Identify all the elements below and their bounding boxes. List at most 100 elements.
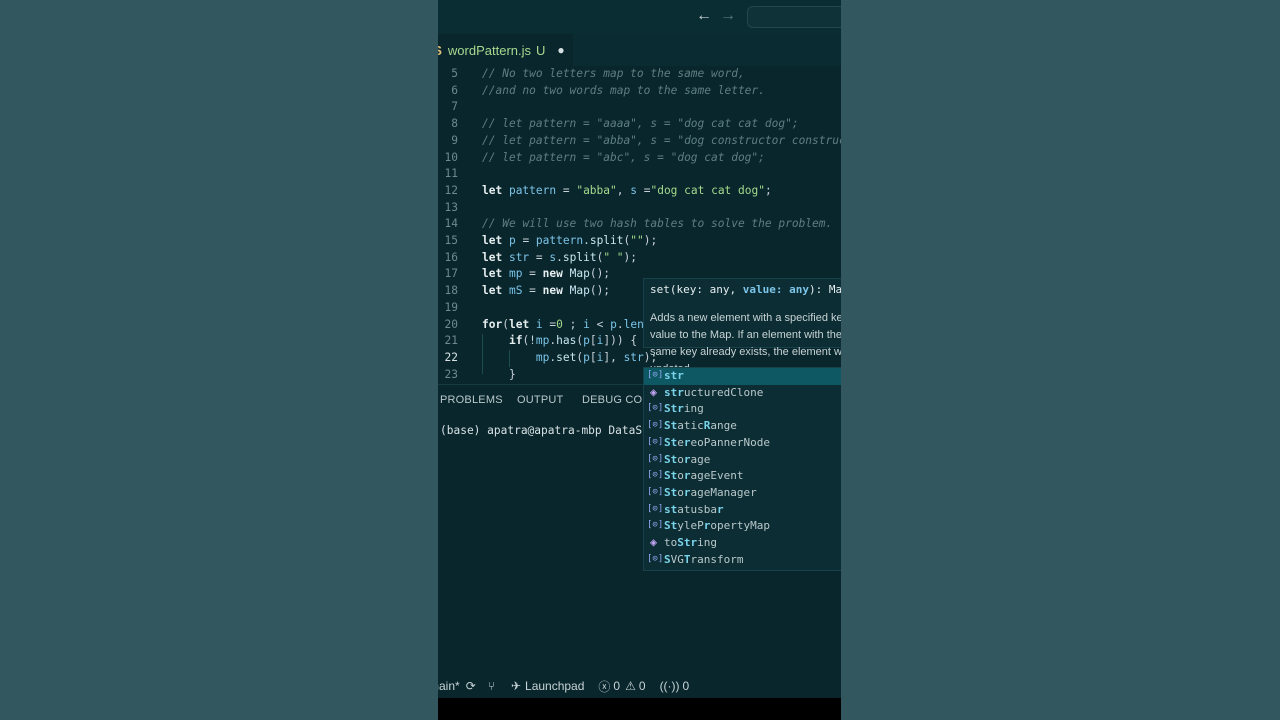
- suggestion-label: Storage: [664, 452, 711, 466]
- error-count: 0: [613, 679, 621, 693]
- suggestion-label: statusbar: [664, 502, 724, 516]
- warning-icon[interactable]: ⚠: [625, 679, 636, 693]
- launchpad-label[interactable]: Launchpad: [525, 679, 584, 693]
- suggestion-item[interactable]: [⊙] StylePropertyMap: [644, 518, 841, 535]
- suggestion-label: StaticRange: [664, 419, 737, 433]
- code-text: let mp = new Map();: [482, 267, 611, 281]
- vscode-window: ← → JS wordPattern.js U ● 5 // No two let…: [438, 0, 841, 720]
- code-line[interactable]: 16 let str = s.split(" ");: [438, 250, 841, 267]
- code-line[interactable]: 14 // We will use two hash tables to solv…: [438, 216, 841, 233]
- suggestion-item[interactable]: [⊙] StaticRange: [644, 418, 841, 435]
- variable-icon: [⊙]: [647, 520, 664, 531]
- tab-bar: JS wordPattern.js U ●: [438, 34, 841, 66]
- suggestion-label: String: [664, 402, 704, 416]
- back-arrow-icon[interactable]: ←: [696, 7, 712, 25]
- variable-icon: [⊙]: [647, 470, 664, 481]
- unsaved-dot-icon[interactable]: ●: [557, 43, 564, 57]
- line-number: 5: [451, 67, 458, 80]
- variable-icon: [⊙]: [647, 420, 664, 431]
- line-number: 10: [444, 150, 458, 164]
- suggestion-label: SVGTransform: [664, 552, 744, 566]
- suggestion-widget: [⊙] str ◈ structuredClone [⊙] String [⊙] Static…: [643, 367, 841, 571]
- code-text: // let pattern = "abba", s = "dog constr…: [482, 133, 841, 147]
- source-control-icon[interactable]: ⑂: [488, 679, 495, 693]
- suggestion-item[interactable]: ◈ structuredClone: [644, 385, 841, 402]
- code-text: let p = pattern.split("");: [482, 234, 658, 247]
- title-bar: ← →: [438, 0, 841, 35]
- line-number: 16: [444, 250, 458, 264]
- line-number: 9: [451, 133, 458, 147]
- suggestion-item[interactable]: [⊙] SVGTransform: [644, 552, 841, 569]
- line-number: 7: [451, 100, 458, 114]
- git-branch[interactable]: main*: [438, 679, 460, 693]
- code-line[interactable]: 6 //and no two words map to the same lett…: [438, 83, 841, 100]
- line-number: 15: [444, 234, 458, 247]
- suggestion-label: structuredClone: [664, 385, 764, 399]
- code-text: let mS = new Map();: [482, 284, 611, 298]
- code-text: // No two letters map to the same word,: [482, 67, 745, 80]
- line-number: 8: [451, 117, 458, 131]
- line-number: 19: [444, 300, 458, 314]
- suggestion-item[interactable]: [⊙] statusbar: [644, 502, 841, 519]
- line-number: 18: [444, 284, 458, 298]
- ports-icon[interactable]: ((·)): [660, 679, 680, 693]
- line-number: 21: [444, 334, 458, 348]
- line-number: 11: [444, 167, 458, 181]
- code-line[interactable]: 13: [438, 200, 841, 217]
- warning-count: 0: [638, 679, 646, 693]
- tab-wordpattern[interactable]: JS wordPattern.js U ●: [438, 34, 573, 66]
- code-text: let pattern = "abba", s ="dog cat cat do…: [482, 183, 772, 197]
- module-icon: ◈: [649, 384, 658, 399]
- line-number: 14: [444, 217, 458, 231]
- rocket-icon[interactable]: ✈: [511, 679, 521, 693]
- suggestion-item[interactable]: ◈ toString: [644, 535, 841, 552]
- hover-signature: set(key: any, value: any): Map<any, any>: [650, 283, 841, 296]
- code-line[interactable]: 8 // let pattern = "aaaa", s = "dog cat c…: [438, 116, 841, 133]
- error-icon[interactable]: ⓧ: [598, 678, 610, 695]
- line-number: 17: [444, 267, 458, 281]
- ports-count: 0: [682, 679, 690, 693]
- line-number: 23: [444, 367, 458, 381]
- suggestion-item[interactable]: [⊙] str: [644, 368, 841, 385]
- suggestion-label: str: [664, 369, 684, 382]
- line-number: 12: [444, 183, 458, 197]
- suggestion-item[interactable]: [⊙] StorageManager: [644, 485, 841, 502]
- screen-bottom-bar: [438, 698, 841, 720]
- status-bar: main* ⟳ ⑂ ✈ Launchpad ⓧ 0 ⚠ 0 ((·)) 0: [438, 674, 841, 698]
- variable-icon: [⊙]: [647, 503, 664, 514]
- suggestion-label: StylePropertyMap: [664, 519, 770, 533]
- variable-icon: [⊙]: [647, 403, 664, 414]
- suggestion-item[interactable]: [⊙] String: [644, 401, 841, 418]
- code-line[interactable]: 15 let p = pattern.split("");: [438, 233, 841, 250]
- variable-icon: [⊙]: [647, 453, 664, 464]
- javascript-file-icon: JS: [438, 43, 442, 58]
- suggestion-label: StereoPannerNode: [664, 435, 770, 449]
- suggestion-item[interactable]: [⊙] StorageEvent: [644, 468, 841, 485]
- code-line[interactable]: 10 // let pattern = "abc", s = "dog cat d…: [438, 150, 841, 167]
- line-number: 6: [451, 83, 458, 97]
- code-text: // let pattern = "aaaa", s = "dog cat ca…: [482, 117, 799, 131]
- code-text: // We will use two hash tables to solve …: [482, 217, 833, 231]
- code-line[interactable]: 9 // let pattern = "abba", s = "dog const…: [438, 133, 841, 150]
- variable-icon: [⊙]: [647, 436, 664, 447]
- line-number: 13: [444, 200, 458, 214]
- code-text: }: [482, 367, 516, 381]
- sync-icon[interactable]: ⟳: [466, 679, 476, 693]
- code-line[interactable]: 5 // No two letters map to the same word,: [438, 66, 841, 83]
- indent-guide: [509, 350, 510, 367]
- variable-icon: [⊙]: [647, 553, 664, 564]
- tab-output[interactable]: OUTPUT: [517, 394, 563, 406]
- code-line[interactable]: 11: [438, 166, 841, 183]
- suggestion-item[interactable]: [⊙] StereoPannerNode: [644, 435, 841, 452]
- suggestion-label: StorageEvent: [664, 469, 744, 483]
- git-untracked-badge: U: [536, 42, 546, 58]
- code-line[interactable]: 12 let pattern = "abba", s ="dog cat cat …: [438, 183, 841, 200]
- forward-arrow-icon[interactable]: →: [720, 7, 736, 25]
- suggestion-item[interactable]: [⊙] Storage: [644, 452, 841, 469]
- indent-guide: [482, 334, 483, 374]
- code-line[interactable]: 7: [438, 99, 841, 116]
- tab-problems[interactable]: PROBLEMS: [440, 394, 503, 406]
- command-center-search[interactable]: [747, 6, 841, 28]
- line-number: 22: [444, 350, 458, 364]
- module-icon: ◈: [649, 535, 658, 549]
